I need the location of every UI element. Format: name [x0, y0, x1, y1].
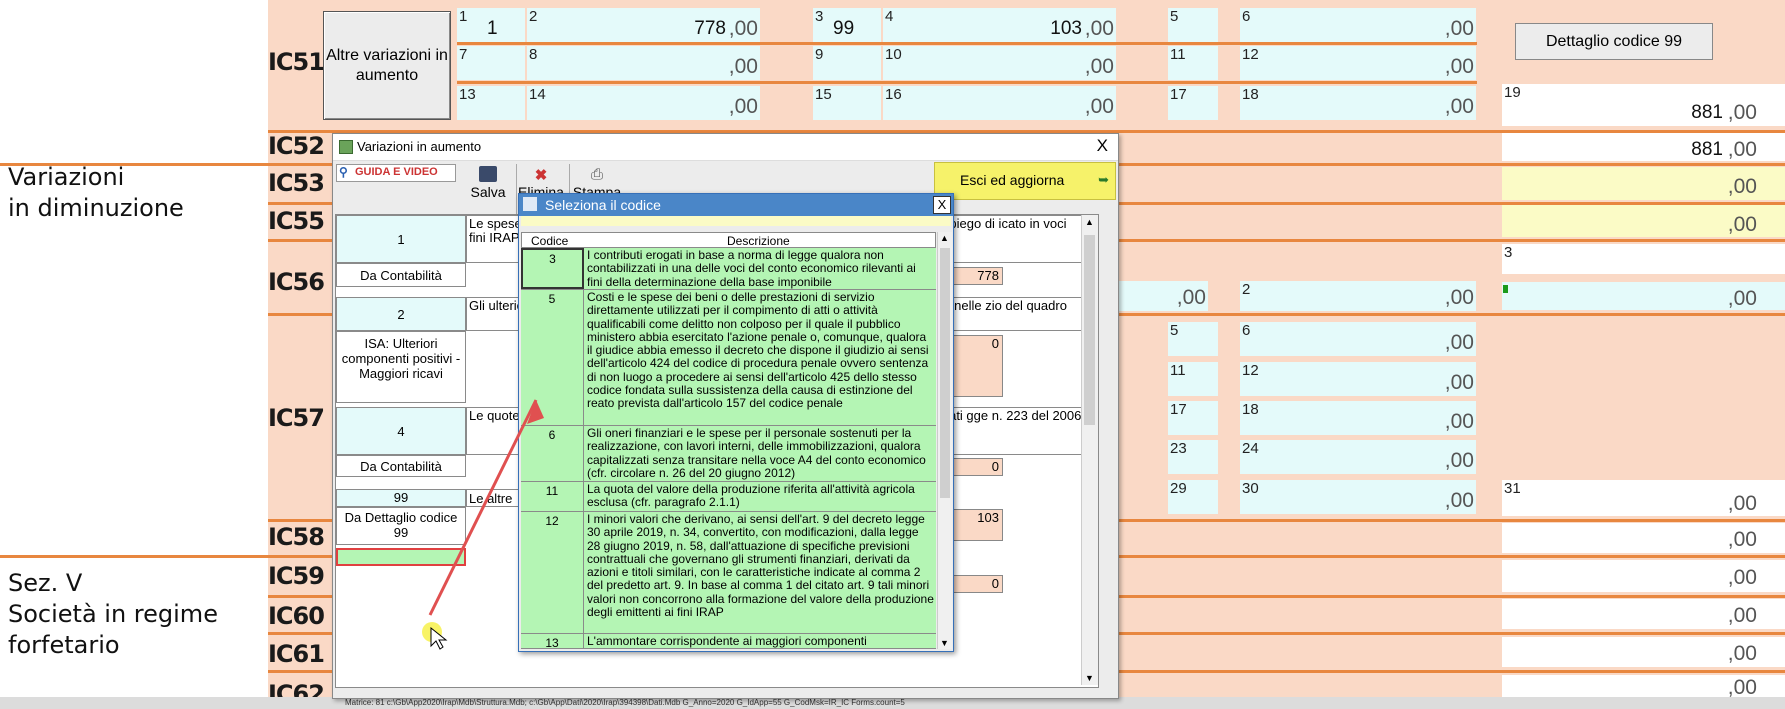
- annotation-arrow: [422, 399, 544, 650]
- arrow-line: [428, 399, 538, 616]
